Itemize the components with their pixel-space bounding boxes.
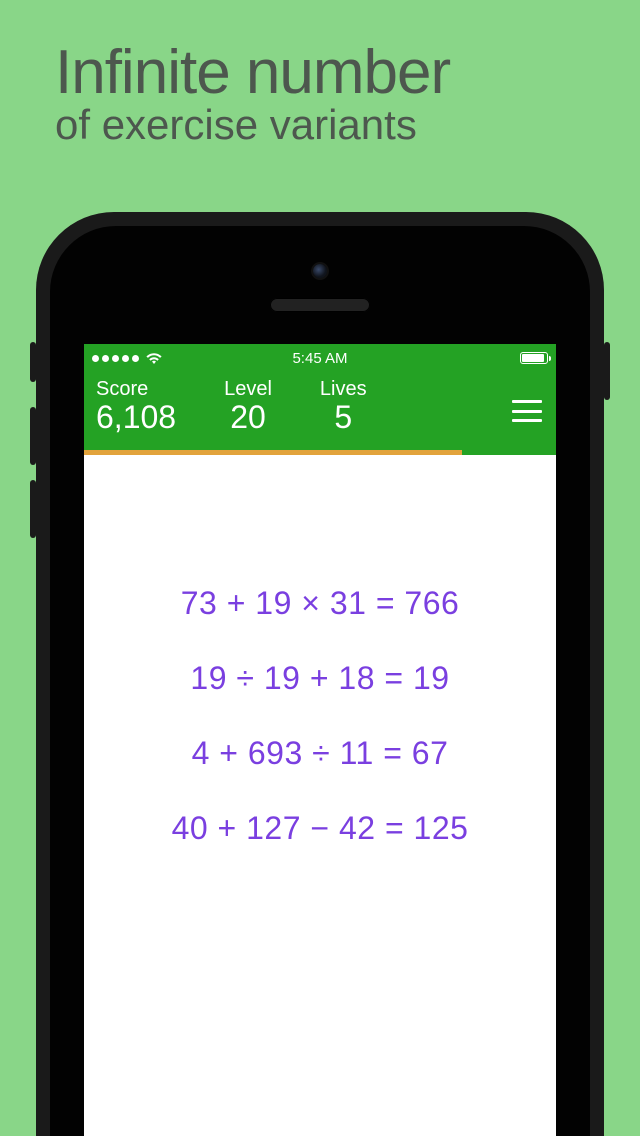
- equation-option[interactable]: 73 + 19 × 31 = 766: [181, 585, 460, 622]
- score-stat: Score 6,108: [96, 378, 176, 436]
- earpiece-speaker: [270, 298, 370, 312]
- score-label: Score: [96, 378, 176, 401]
- menu-button[interactable]: [512, 400, 542, 422]
- battery-icon: [520, 352, 548, 364]
- lives-label: Lives: [320, 378, 367, 401]
- level-stat: Level 20: [224, 378, 272, 436]
- power-button: [604, 342, 610, 400]
- equation-list: 73 + 19 × 31 = 766 19 ÷ 19 + 18 = 19 4 +…: [84, 455, 556, 847]
- marketing-copy: Infinite number of exercise variants: [55, 40, 450, 149]
- level-value: 20: [224, 399, 272, 436]
- equation-option[interactable]: 40 + 127 − 42 = 125: [172, 810, 469, 847]
- front-camera-icon: [313, 264, 327, 278]
- equation-option[interactable]: 19 ÷ 19 + 18 = 19: [190, 660, 449, 697]
- game-header: Score 6,108 Level 20 Lives 5: [84, 372, 556, 450]
- marketing-headline: Infinite number: [55, 40, 450, 105]
- phone-frame: 5:45 AM Score 6,108 Level 20 Lives 5: [36, 212, 604, 1136]
- timer-progress-fill: [84, 450, 462, 455]
- score-value: 6,108: [96, 399, 176, 436]
- lives-stat: Lives 5: [320, 378, 367, 436]
- status-bar: 5:45 AM: [84, 344, 556, 372]
- volume-down-button: [30, 480, 36, 538]
- status-time: 5:45 AM: [84, 350, 556, 367]
- hamburger-icon: [512, 400, 542, 403]
- phone-screen: 5:45 AM Score 6,108 Level 20 Lives 5: [84, 344, 556, 1136]
- equation-option[interactable]: 4 + 693 ÷ 11 = 67: [192, 735, 449, 772]
- timer-progress: [84, 450, 556, 455]
- level-label: Level: [224, 378, 272, 401]
- lives-value: 5: [320, 399, 367, 436]
- volume-up-button: [30, 407, 36, 465]
- mute-switch: [30, 342, 36, 382]
- marketing-subhead: of exercise variants: [55, 101, 450, 149]
